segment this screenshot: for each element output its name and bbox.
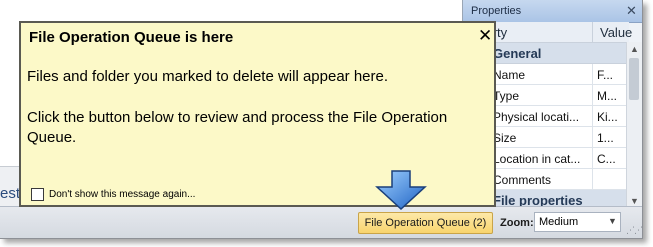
- balloon-message-2: Click the button below to review and pro…: [27, 109, 448, 146]
- property-value: 1...: [597, 131, 614, 145]
- zoom-label: Zoom:: [500, 217, 534, 229]
- properties-title-bar: Properties ✕: [463, 0, 642, 23]
- scroll-down-icon[interactable]: ▼: [630, 196, 639, 206]
- dont-show-again-checkbox[interactable]: Don't show this message again...: [31, 188, 195, 201]
- balloon-title: File Operation Queue is here: [29, 29, 234, 46]
- balloon-message-1: Files and folder you marked to delete wi…: [27, 68, 389, 85]
- resize-grip-icon[interactable]: ⋰⋰: [626, 225, 642, 236]
- property-name: Type: [493, 89, 520, 103]
- property-name: Comments: [493, 173, 552, 187]
- scrollbar-thumb[interactable]: [629, 58, 639, 100]
- property-value: M...: [597, 89, 617, 103]
- scroll-up-icon[interactable]: ▲: [630, 44, 639, 54]
- property-value: F...: [597, 68, 614, 82]
- value-column-header[interactable]: Value: [600, 25, 632, 40]
- arrow-down-icon: [375, 170, 427, 210]
- dont-show-again-label[interactable]: Don't show this message again...: [49, 189, 195, 200]
- zoom-value: Medium: [539, 216, 579, 228]
- property-value: C...: [597, 152, 616, 166]
- status-bar: File Operation Queue (2) Zoom: Medium ▼ …: [0, 206, 642, 238]
- zoom-select[interactable]: Medium ▼: [534, 212, 621, 232]
- property-name: Size: [493, 131, 517, 145]
- properties-close-icon[interactable]: ✕: [626, 3, 637, 19]
- checkbox-box[interactable]: [31, 188, 44, 201]
- property-name: Physical locati...: [493, 110, 580, 124]
- balloon-close-icon[interactable]: ✕: [478, 27, 492, 44]
- file-list-cut-text: est: [0, 185, 21, 202]
- property-value: Ki...: [597, 110, 618, 124]
- property-name: Location in cat...: [493, 152, 581, 166]
- properties-title: Properties: [471, 5, 522, 17]
- category-label: General: [493, 46, 542, 61]
- file-operation-queue-button[interactable]: File Operation Queue (2): [358, 212, 493, 234]
- chevron-down-icon[interactable]: ▼: [608, 216, 617, 226]
- property-name: Name: [493, 68, 526, 82]
- properties-scrollbar[interactable]: ▲ ▼: [626, 42, 642, 210]
